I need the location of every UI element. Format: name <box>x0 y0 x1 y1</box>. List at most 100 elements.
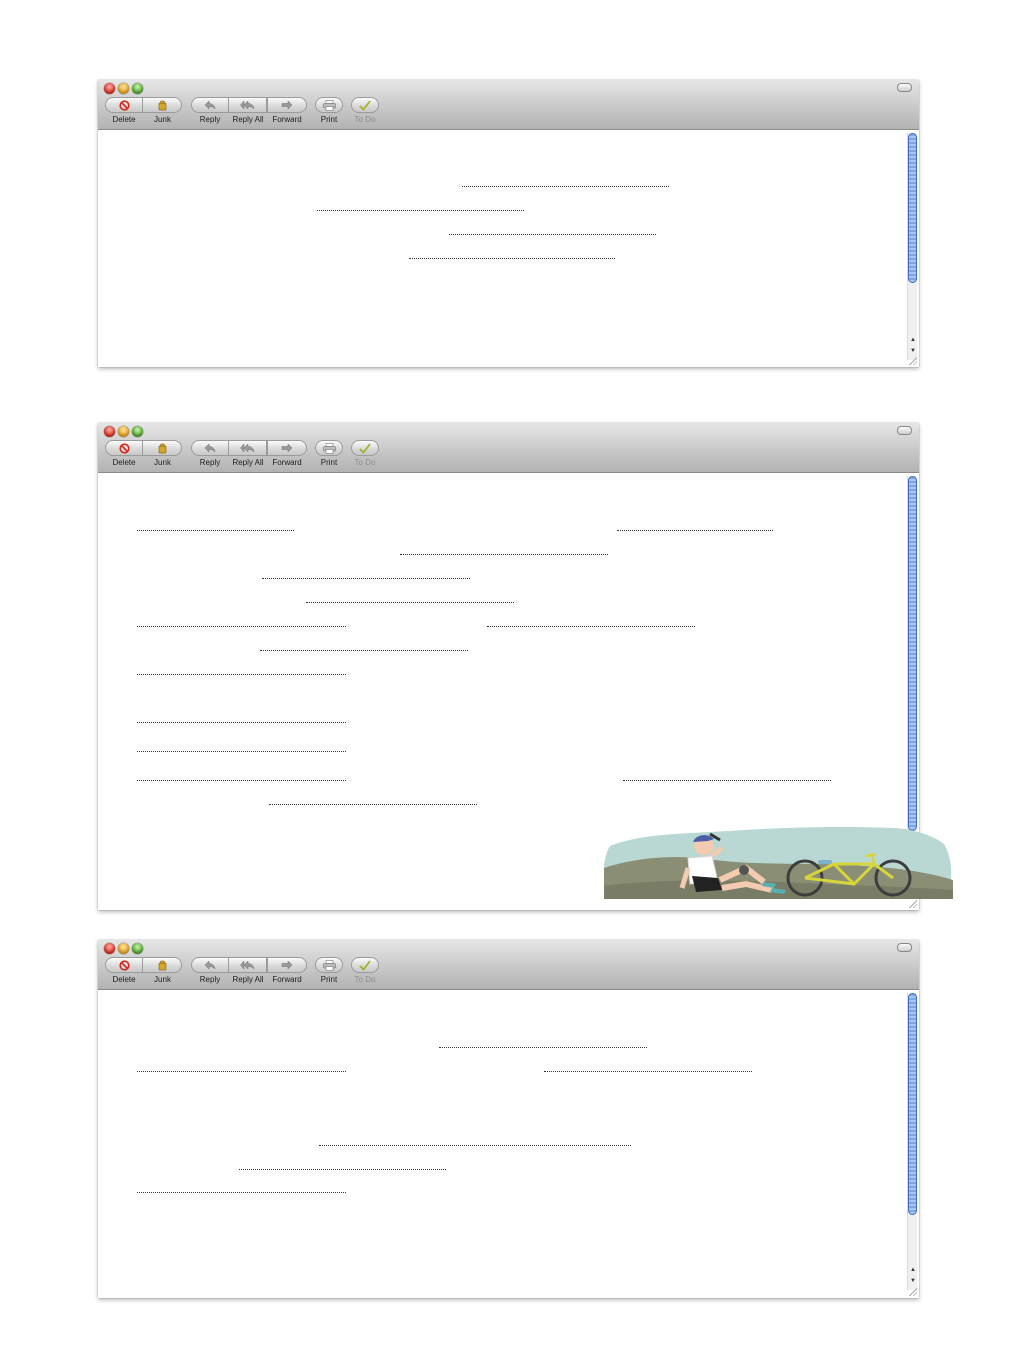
vertical-scrollbar[interactable] <box>907 476 917 831</box>
fill-in-blank[interactable] <box>137 674 346 675</box>
reply-all-button[interactable]: Reply All <box>229 440 267 467</box>
zoom-button[interactable] <box>132 943 143 954</box>
fill-in-blank[interactable] <box>306 602 514 603</box>
delete-button[interactable]: Delete <box>105 97 143 124</box>
window-controls <box>104 943 143 954</box>
todo-button[interactable]: To Do <box>351 440 379 467</box>
window-controls <box>104 83 143 94</box>
reply-arrow-icon <box>204 443 216 453</box>
reply-button[interactable]: Reply <box>191 97 229 124</box>
print-button[interactable]: Print <box>315 440 343 467</box>
zoom-button[interactable] <box>132 83 143 94</box>
fill-in-blank[interactable] <box>439 1047 647 1048</box>
todo-button[interactable]: To Do <box>351 957 379 984</box>
junk-label: Junk <box>154 975 171 984</box>
forward-button[interactable]: Forward <box>267 957 307 984</box>
junk-label: Junk <box>154 115 171 124</box>
fill-in-blank[interactable] <box>409 258 615 259</box>
junk-button[interactable]: Junk <box>143 97 182 124</box>
resize-grip-icon[interactable] <box>908 356 917 365</box>
close-button[interactable] <box>104 943 115 954</box>
junk-button[interactable]: Junk <box>143 957 182 984</box>
no-entry-icon <box>118 442 130 454</box>
reply-all-button[interactable]: Reply All <box>229 957 267 984</box>
fill-in-blank[interactable] <box>400 554 608 555</box>
forward-button[interactable]: Forward <box>267 97 307 124</box>
minimize-button[interactable] <box>118 426 129 437</box>
vertical-scrollbar[interactable]: ▲ ▼ <box>907 993 917 1290</box>
fill-in-blank[interactable] <box>137 780 346 781</box>
fill-in-blank[interactable] <box>462 186 669 187</box>
scroll-up-arrow-icon[interactable]: ▲ <box>909 336 917 344</box>
fill-in-blank[interactable] <box>262 578 470 579</box>
junk-button[interactable]: Junk <box>143 440 182 467</box>
fill-in-blank[interactable] <box>269 804 477 805</box>
zoom-button[interactable] <box>132 426 143 437</box>
forward-arrow-icon <box>281 443 293 453</box>
print-button[interactable]: Print <box>315 957 343 984</box>
scroll-thumb[interactable] <box>908 476 917 831</box>
close-button[interactable] <box>104 83 115 94</box>
no-entry-icon <box>118 959 130 971</box>
fill-in-blank[interactable] <box>317 210 524 211</box>
delete-label: Delete <box>112 115 136 124</box>
minimize-button[interactable] <box>118 943 129 954</box>
resize-grip-icon[interactable] <box>908 899 917 908</box>
reply-button[interactable]: Reply <box>191 957 229 984</box>
fill-in-blank[interactable] <box>623 780 831 781</box>
delete-label: Delete <box>112 458 136 467</box>
printer-icon <box>322 99 336 111</box>
junk-bag-icon <box>157 960 168 971</box>
fill-in-blank[interactable] <box>137 626 346 627</box>
scroll-down-arrow-icon[interactable]: ▼ <box>909 1277 917 1285</box>
forward-button[interactable]: Forward <box>267 440 307 467</box>
reply-all-button[interactable]: Reply All <box>229 97 267 124</box>
delete-label: Delete <box>112 975 136 984</box>
toolbar-toggle-button[interactable] <box>897 426 912 435</box>
fill-in-blank[interactable] <box>137 1071 346 1072</box>
scroll-down-arrow-icon[interactable]: ▼ <box>909 347 917 355</box>
scroll-thumb[interactable] <box>908 133 917 283</box>
delete-button[interactable]: Delete <box>105 957 143 984</box>
scroll-up-arrow-icon[interactable]: ▲ <box>909 1266 917 1274</box>
scroll-thumb[interactable] <box>908 993 917 1215</box>
junk-bag-icon <box>157 100 168 111</box>
print-button[interactable]: Print <box>315 97 343 124</box>
close-button[interactable] <box>104 426 115 437</box>
reply-label: Reply <box>199 115 221 124</box>
print-label: Print <box>320 115 338 124</box>
fill-in-blank[interactable] <box>617 530 773 531</box>
reply-all-label: Reply All <box>232 975 264 984</box>
vertical-scrollbar[interactable]: ▲ ▼ <box>907 133 917 360</box>
toolbar-toggle-button[interactable] <box>897 83 912 92</box>
fill-in-blank[interactable] <box>137 751 346 752</box>
fill-in-blank[interactable] <box>137 1192 346 1193</box>
fill-in-blank[interactable] <box>260 650 468 651</box>
fill-in-blank[interactable] <box>449 234 656 235</box>
fill-in-blank[interactable] <box>319 1145 631 1146</box>
titlebar: Delete Junk Reply Reply All Forward Prin… <box>98 80 919 130</box>
reply-label: Reply <box>199 975 221 984</box>
checkmark-icon <box>359 99 371 111</box>
checkmark-icon <box>359 959 371 971</box>
reply-label: Reply <box>199 458 221 467</box>
fill-in-blank[interactable] <box>239 1169 446 1170</box>
fill-in-blank[interactable] <box>137 530 294 531</box>
delete-button[interactable]: Delete <box>105 440 143 467</box>
toolbar-toggle-button[interactable] <box>897 943 912 952</box>
print-label: Print <box>320 975 338 984</box>
print-label: Print <box>320 458 338 467</box>
window-controls <box>104 426 143 437</box>
checkmark-icon <box>359 442 371 454</box>
minimize-button[interactable] <box>118 83 129 94</box>
fill-in-blank[interactable] <box>544 1071 752 1072</box>
resize-grip-icon[interactable] <box>908 1287 917 1296</box>
todo-button[interactable]: To Do <box>351 97 379 124</box>
message-body: ▲ ▼ <box>98 990 919 1298</box>
mail-window-1: Delete Junk Reply Reply All Forward Prin… <box>98 80 919 367</box>
reply-button[interactable]: Reply <box>191 440 229 467</box>
forward-arrow-icon <box>281 100 293 110</box>
fill-in-blank[interactable] <box>137 722 346 723</box>
todo-label: To Do <box>354 458 376 467</box>
fill-in-blank[interactable] <box>487 626 695 627</box>
